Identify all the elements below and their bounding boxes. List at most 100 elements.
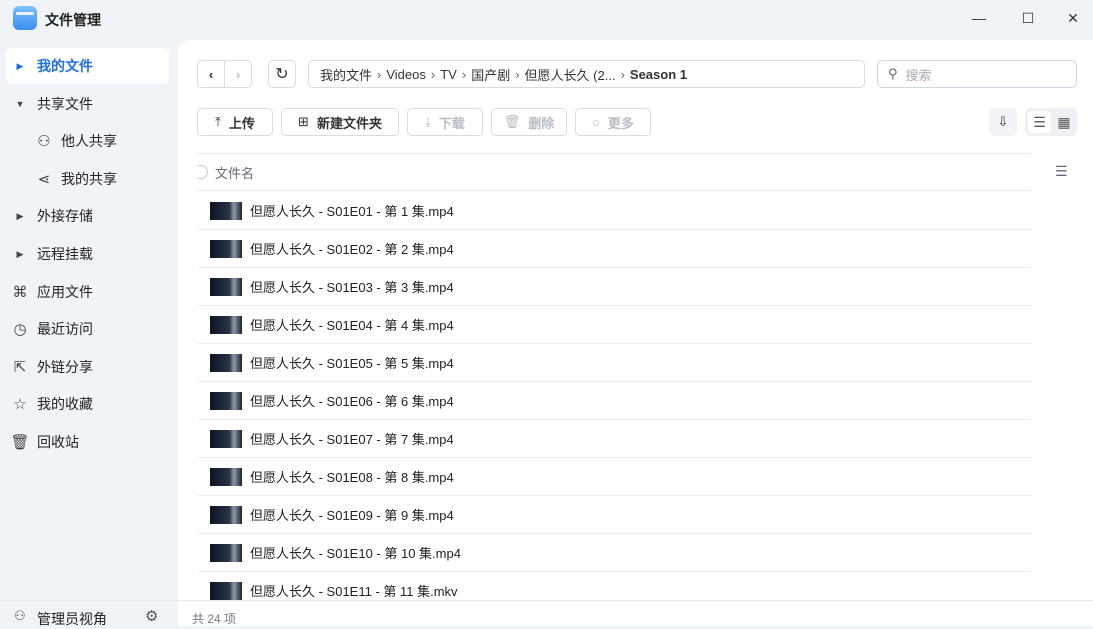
item-count: 共 24 项 (192, 612, 237, 626)
sidebar-item[interactable]: ▼ 共享文件 (6, 86, 169, 122)
grid-view-icon[interactable]: ▦ (1053, 111, 1075, 133)
breadcrumb-item[interactable]: Videos (386, 67, 426, 82)
caret-right-icon: ▶ (16, 60, 24, 71)
breadcrumb-item[interactable]: Season 1 (630, 67, 687, 82)
table-row[interactable]: 但愿人长久 - S01E01 - 第 1 集.mp4 (198, 192, 1031, 230)
column-header-filename[interactable]: 文件名 (215, 163, 254, 182)
sidebar-item-label: 远程挂载 (37, 246, 93, 262)
table-row[interactable]: 但愿人长久 - S01E04 - 第 4 集.mp4 (198, 306, 1031, 344)
trash-icon: 🗑 (10, 434, 30, 451)
sidebar-item-label: 共享文件 (37, 95, 93, 112)
clock-icon: ◷ (13, 321, 27, 339)
sidebar-item[interactable]: ⋖ 我的共享 (6, 161, 169, 197)
minimize-button[interactable]: — (965, 6, 993, 30)
video-thumbnail (210, 467, 242, 486)
sidebar-footer: ⚇ 管理员视角 ⚙ (0, 600, 178, 629)
video-thumbnail (210, 505, 242, 524)
caret-right-icon: ▶ (16, 210, 24, 221)
sort-button[interactable]: ⇩ (989, 108, 1017, 136)
breadcrumb-item[interactable]: TV (440, 67, 457, 82)
file-name: 但愿人长久 - S01E02 - 第 2 集.mp4 (250, 242, 454, 257)
table-row[interactable]: 但愿人长久 - S01E10 - 第 10 集.mp4 (198, 534, 1031, 572)
sidebar-item-label: 我的共享 (61, 170, 117, 187)
main-panel: ‹ › ↻ 我的文件 › Videos › TV › 国产剧 › 但愿人长久 (2... › Sea… (178, 40, 1093, 600)
video-thumbnail (210, 239, 242, 258)
video-thumbnail (210, 353, 242, 372)
video-thumbnail (210, 581, 242, 600)
sidebar-item-label: 最近访问 (37, 321, 93, 338)
breadcrumb-item[interactable]: 我的文件 (320, 65, 372, 84)
maximize-button[interactable]: ☐ (1014, 6, 1042, 30)
more-button[interactable]: ○ 更多 (575, 108, 651, 136)
file-name: 但愿人长久 - S01E11 - 第 11 集.mkv (250, 584, 458, 599)
status-bar: 共 24 项 (178, 600, 1093, 626)
video-thumbnail (210, 315, 242, 334)
upload-label: 上传 (228, 115, 255, 131)
sidebar-item[interactable]: ▶ 我的文件 (6, 48, 169, 84)
sidebar-item[interactable]: ▶ 远程挂载 (6, 236, 169, 272)
sidebar-item-label: 我的收藏 (37, 396, 93, 413)
table-row[interactable]: 但愿人长久 - S01E06 - 第 6 集.mp4 (198, 382, 1031, 420)
sidebar-item-label: 他人共享 (61, 133, 117, 150)
table-row[interactable]: 但愿人长久 - S01E09 - 第 9 集.mp4 (198, 496, 1031, 534)
table-row[interactable]: 但愿人长久 - S01E05 - 第 5 集.mp4 (198, 344, 1031, 382)
apps-icon: ⌘ (12, 283, 28, 301)
upload-icon: ⤒ (215, 114, 221, 129)
breadcrumb-separator-icon: › (430, 66, 436, 82)
sidebar-item[interactable]: ▶ 外接存储 (6, 198, 169, 234)
sidebar-item[interactable]: 🗑 回收站 (6, 424, 169, 460)
new-folder-icon: ⊞ (298, 114, 309, 129)
star-icon: ☆ (13, 396, 27, 414)
forward-button[interactable]: › (224, 60, 252, 88)
file-name: 但愿人长久 - S01E03 - 第 3 集.mp4 (250, 280, 454, 295)
view-toggle: ☰ ▦ (1025, 108, 1077, 136)
breadcrumb-item[interactable]: 但愿人长久 (2... (525, 65, 616, 84)
breadcrumb-separator-icon: › (377, 66, 382, 82)
sidebar-item-label: 应用文件 (37, 283, 93, 300)
download-button[interactable]: ⤓ 下载 (407, 108, 483, 136)
sidebar-item[interactable]: ⚇ 他人共享 (6, 123, 169, 159)
download-label: 下载 (438, 115, 465, 131)
back-button[interactable]: ‹ (197, 60, 225, 88)
search-input[interactable]: ⚲ 搜索 (877, 60, 1077, 88)
chevron-right-icon: › (235, 66, 241, 82)
file-name: 但愿人长久 - S01E05 - 第 5 集.mp4 (250, 356, 454, 371)
sidebar-item[interactable]: ◷ 最近访问 (6, 311, 169, 347)
search-placeholder: 搜索 (905, 67, 932, 83)
file-name: 但愿人长久 - S01E04 - 第 4 集.mp4 (250, 318, 454, 333)
table-row[interactable]: 但愿人长久 - S01E03 - 第 3 集.mp4 (198, 268, 1031, 306)
chevron-left-icon: ‹ (208, 66, 214, 82)
column-settings-icon[interactable]: ☰ (1055, 163, 1068, 180)
title-bar: 文件管理 — ☐ ✕ (0, 0, 1093, 38)
file-name: 但愿人长久 - S01E01 - 第 1 集.mp4 (250, 204, 454, 219)
table-row[interactable]: 但愿人长久 - S01E11 - 第 11 集.mkv (198, 572, 1031, 600)
user-icon: ⚇ (37, 133, 51, 151)
delete-button[interactable]: 🗑 删除 (491, 108, 567, 136)
sidebar-item[interactable]: ⌘ 应用文件 (6, 274, 169, 310)
table-row[interactable]: 但愿人长久 - S01E08 - 第 8 集.mp4 (198, 458, 1031, 496)
admin-icon: ⚇ (14, 608, 26, 623)
table-row[interactable]: 但愿人长久 - S01E02 - 第 2 集.mp4 (198, 230, 1031, 268)
caret-right-icon: ▶ (16, 248, 24, 259)
sidebar-item[interactable]: ☆ 我的收藏 (6, 386, 169, 422)
sidebar-item[interactable]: ⇱ 外链分享 (6, 349, 169, 385)
refresh-icon: ↻ (275, 66, 289, 83)
upload-button[interactable]: ⤒ 上传 (197, 108, 273, 136)
app-title: 文件管理 (45, 12, 101, 28)
select-all-checkbox[interactable] (198, 165, 208, 179)
external-share-icon: ⇱ (13, 358, 27, 376)
app-logo-icon (13, 6, 37, 30)
new-folder-button[interactable]: ⊞ 新建文件夹 (281, 108, 399, 136)
close-button[interactable]: ✕ (1059, 6, 1087, 30)
breadcrumb-separator-icon: › (515, 66, 520, 82)
sidebar-item-label: 外接存储 (37, 208, 93, 225)
settings-gear-icon[interactable]: ⚙ (145, 607, 158, 625)
more-label: 更多 (607, 115, 634, 131)
admin-view-button[interactable]: 管理员视角 (37, 609, 107, 629)
list-view-icon[interactable]: ☰ (1028, 111, 1051, 133)
refresh-button[interactable]: ↻ (268, 60, 296, 88)
breadcrumb-item[interactable]: 国产剧 (471, 65, 510, 84)
more-circle-icon: ○ (592, 114, 600, 130)
trash-icon: 🗑 (503, 114, 521, 129)
table-row[interactable]: 但愿人长久 - S01E07 - 第 7 集.mp4 (198, 420, 1031, 458)
